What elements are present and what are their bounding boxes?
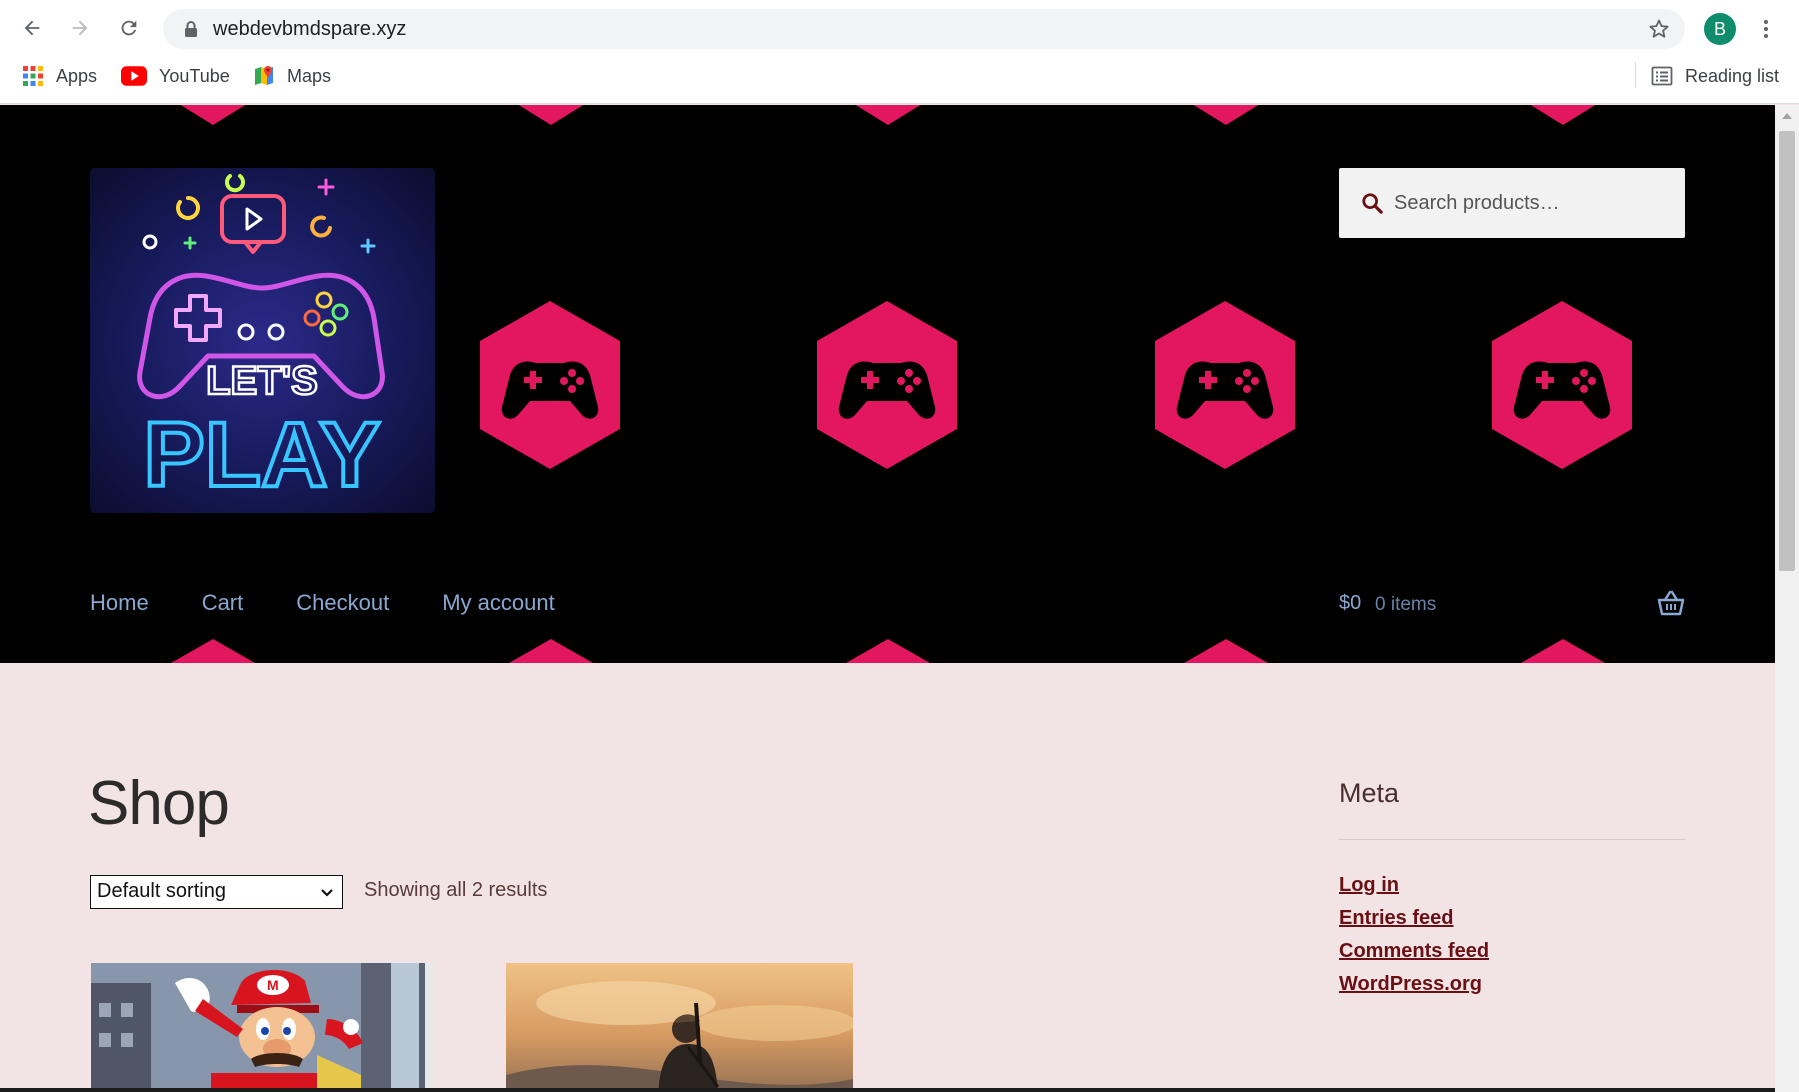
profile-avatar[interactable]: B — [1704, 13, 1736, 45]
browser-chrome: webdevbmdspare.xyz B Apps YouTube Maps R… — [0, 0, 1799, 104]
reading-list-icon — [1651, 66, 1673, 86]
hexagon-decoration — [1521, 639, 1605, 663]
hexagon-decoration — [180, 105, 246, 125]
forward-button[interactable] — [64, 12, 96, 44]
bookmarks-bar: Apps YouTube Maps Reading list — [0, 58, 1799, 94]
maps-icon — [255, 66, 273, 85]
product-thumbnail — [506, 963, 853, 1092]
page-viewport: LET'S PLAY Home Cart Checkout My account… — [0, 105, 1775, 1092]
list-item: Log in — [1339, 874, 1685, 907]
gamepad-hex-icon — [1492, 301, 1632, 469]
hex-pattern-bottom — [0, 639, 1775, 663]
bookmark-maps[interactable]: Maps — [253, 62, 331, 90]
browser-toolbar: webdevbmdspare.xyz B — [0, 6, 1799, 50]
nav-checkout[interactable]: Checkout — [296, 590, 389, 616]
product-thumbnail: M — [91, 963, 433, 1092]
reading-list-label: Reading list — [1685, 65, 1780, 86]
page-scrollbar[interactable] — [1775, 105, 1799, 1092]
meta-entries-feed-link[interactable]: Entries feed — [1339, 907, 1453, 929]
sorting-select[interactable]: Default sorting — [90, 875, 343, 909]
product-image-zelda[interactable] — [506, 963, 853, 1092]
arrow-left-icon — [24, 20, 40, 36]
hexagon-decoration — [1193, 105, 1259, 125]
site-header: LET'S PLAY Home Cart Checkout My account… — [0, 105, 1775, 663]
scroll-up-arrow-icon[interactable] — [1782, 113, 1792, 119]
bookmark-label: YouTube — [159, 65, 230, 86]
list-item: WordPress.org — [1339, 973, 1685, 1006]
bookmark-star-icon[interactable] — [1647, 17, 1671, 41]
youtube-icon — [121, 66, 147, 86]
hexagon-decoration — [509, 639, 593, 663]
lock-icon — [185, 21, 197, 37]
cart-count: 0 items — [1375, 594, 1437, 615]
bookmark-label: Maps — [287, 65, 332, 86]
nav-home[interactable]: Home — [90, 590, 149, 616]
chevron-down-icon — [321, 889, 333, 897]
reload-button[interactable] — [113, 12, 145, 44]
cart-amount: $0 — [1339, 592, 1362, 614]
nav-my-account[interactable]: My account — [442, 590, 555, 616]
hexagon-decoration — [518, 105, 584, 125]
bookmark-youtube[interactable]: YouTube — [121, 62, 230, 90]
list-item: Entries feed — [1339, 907, 1685, 940]
search-icon — [1362, 193, 1383, 214]
gamepad-hex-icon — [817, 301, 957, 469]
gamepad-hex-icon — [480, 301, 620, 469]
basket-icon — [1657, 590, 1685, 616]
widget-title: Meta — [1339, 778, 1400, 808]
url-text: webdevbmdspare.xyz — [213, 18, 407, 40]
search-input[interactable] — [1394, 182, 1674, 224]
product-search — [1339, 168, 1685, 238]
hexagon-decoration — [855, 105, 921, 125]
list-item: Comments feed — [1339, 940, 1685, 973]
meta-wordpress-link[interactable]: WordPress.org — [1339, 973, 1482, 995]
gamepad-hex-icon — [1155, 301, 1295, 469]
reload-icon — [121, 20, 137, 36]
nav-cart[interactable]: Cart — [202, 590, 244, 616]
scrollbar-thumb[interactable] — [1779, 131, 1795, 571]
apps-grid-icon — [23, 66, 43, 86]
widget-divider — [1339, 839, 1685, 840]
result-count: Showing all 2 results — [364, 879, 548, 901]
bookmark-label: Apps — [56, 65, 98, 86]
hexagon-decoration — [171, 639, 255, 663]
hexagon-decoration — [846, 639, 930, 663]
browser-menu-icon[interactable] — [1754, 15, 1778, 43]
meta-links: Log in Entries feed Comments feed WordPr… — [1339, 874, 1685, 1006]
svg-text:M: M — [267, 977, 279, 993]
address-bar[interactable]: webdevbmdspare.xyz — [163, 9, 1685, 49]
hexagon-decoration — [1184, 639, 1268, 663]
primary-navigation: Home Cart Checkout My account — [90, 590, 608, 616]
svg-text:PLAY: PLAY — [144, 404, 381, 506]
reading-list-button[interactable]: Reading list — [1651, 62, 1779, 90]
site-logo[interactable]: LET'S PLAY — [90, 168, 435, 513]
window-bottom-edge — [0, 1088, 1775, 1092]
svg-text:LET'S: LET'S — [206, 359, 318, 403]
sidebar-widget-meta: Meta Log in Entries feed Comments feed W… — [1339, 778, 1685, 1006]
hexagon-decoration — [1530, 105, 1596, 125]
meta-comments-feed-link[interactable]: Comments feed — [1339, 940, 1489, 962]
page-title: Shop — [88, 769, 230, 838]
header-cart[interactable]: $0 0 items — [1339, 590, 1685, 622]
sorting-selected-value: Default sorting — [97, 880, 226, 902]
hex-pattern-top — [0, 105, 1775, 159]
arrow-right-icon — [72, 20, 88, 36]
meta-login-link[interactable]: Log in — [1339, 874, 1399, 896]
bookmarks-divider — [1635, 62, 1636, 88]
bookmark-apps[interactable]: Apps — [22, 62, 97, 90]
back-button[interactable] — [16, 12, 48, 44]
main-content: Shop Default sorting Showing all 2 resul… — [0, 663, 1775, 1092]
lets-play-logo-image: LET'S PLAY — [137, 174, 385, 508]
product-image-mario[interactable]: M — [91, 963, 433, 1092]
